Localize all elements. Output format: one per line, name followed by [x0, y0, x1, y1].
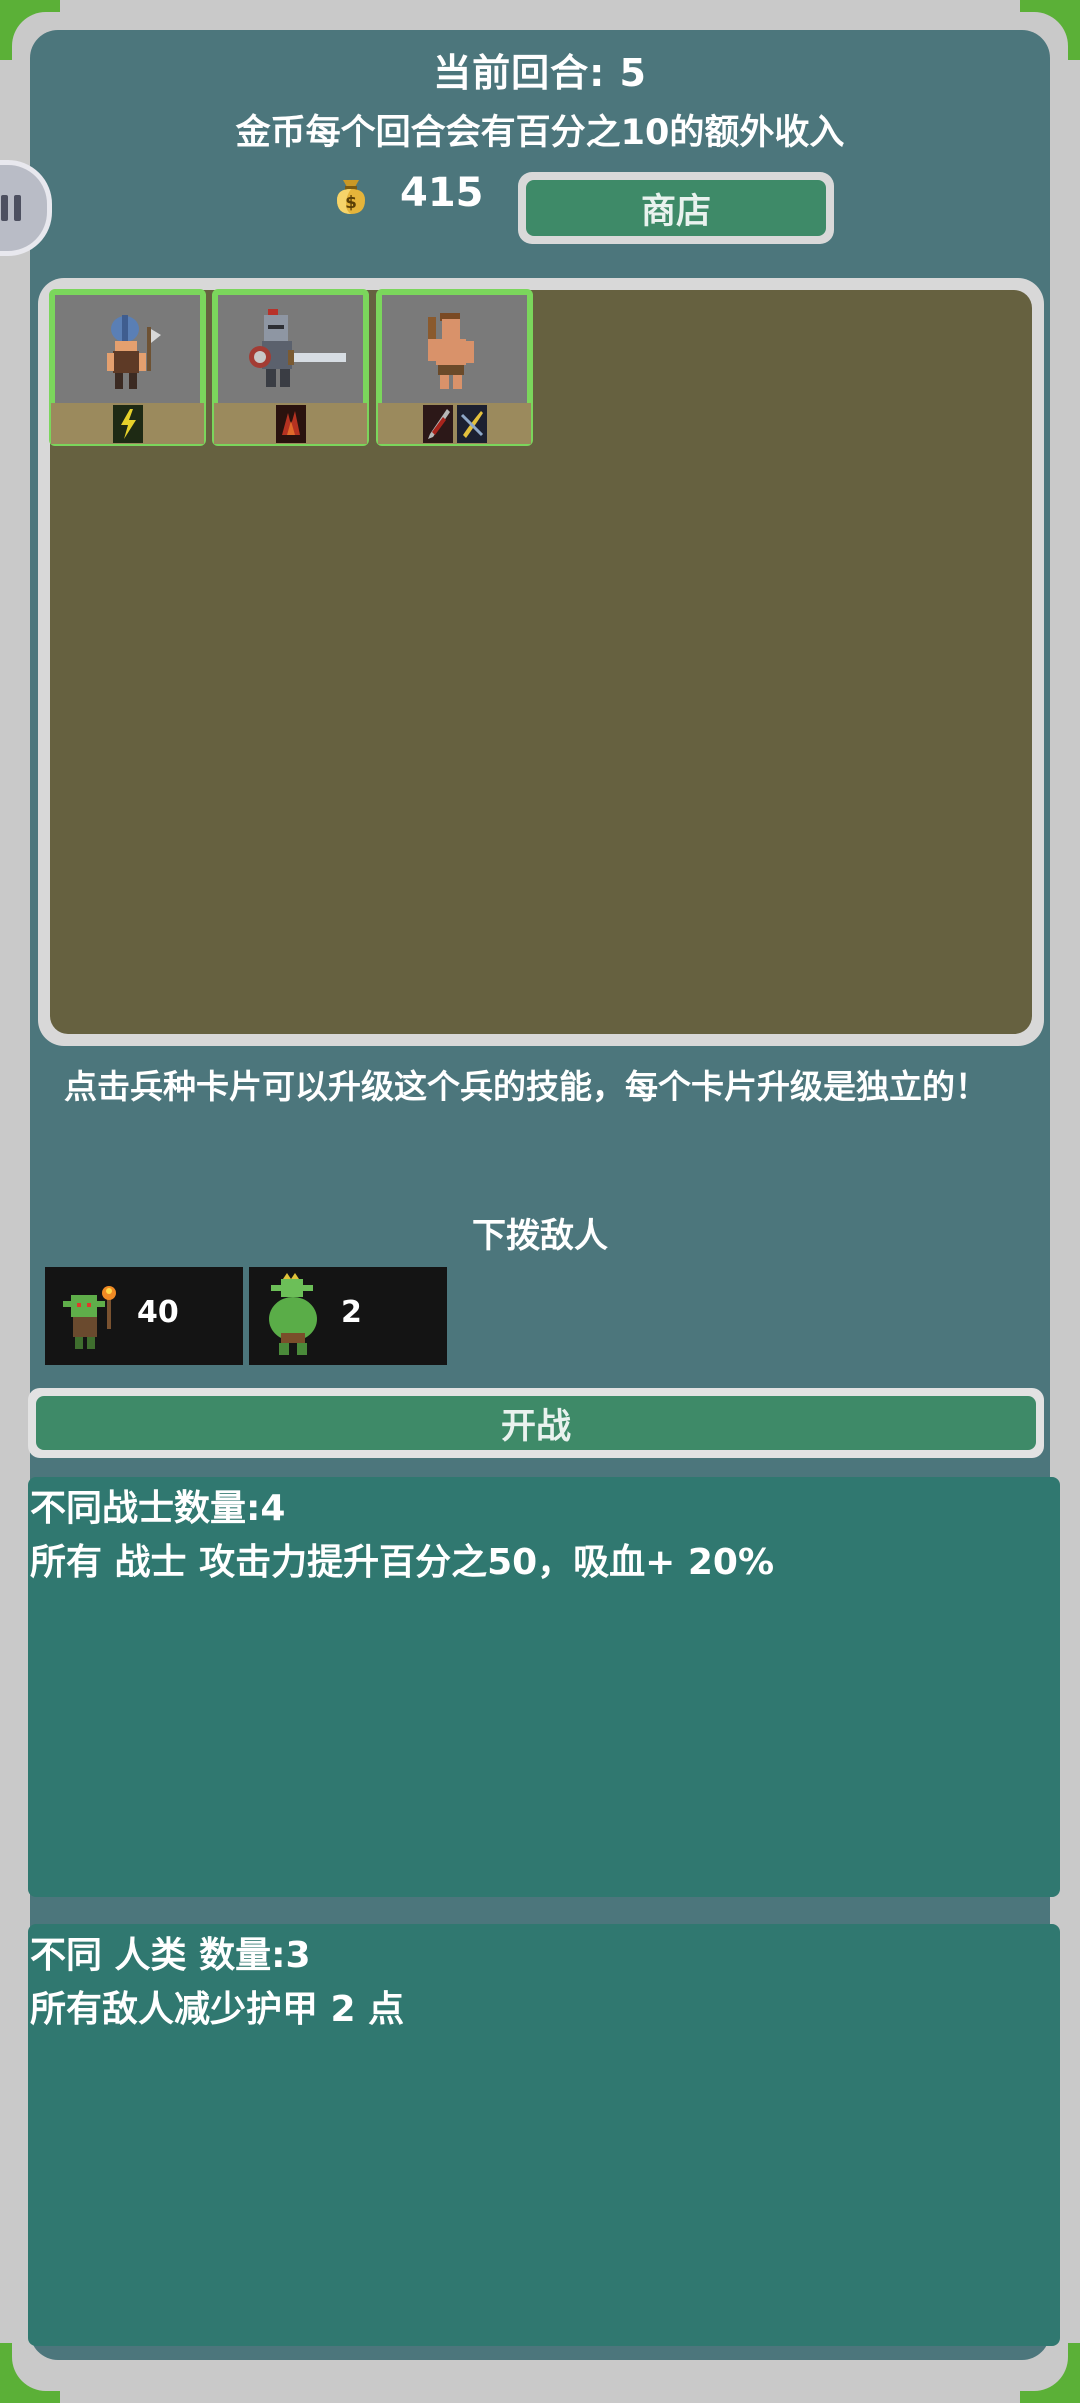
- synergy-title: 不同战士数量:4: [30, 1488, 286, 1529]
- next-enemies-title: 下拨敌人: [472, 1216, 608, 1256]
- enemy-count: 2: [341, 1295, 362, 1330]
- unit-skills: [378, 403, 531, 444]
- unit-portrait: [55, 295, 200, 403]
- enemy-slot: 40: [45, 1267, 243, 1365]
- pause-icon: [14, 195, 21, 221]
- svg-text:$: $: [345, 193, 357, 213]
- unit-skills: [214, 403, 367, 444]
- synergy-description: 所有敌人减少护甲 2 点: [30, 1989, 405, 2030]
- synergy-panel-human: 不同 人类 数量:3 所有敌人减少护甲 2 点: [28, 1924, 1060, 2346]
- unit-card[interactable]: [212, 289, 369, 446]
- gold-amount: 415: [400, 170, 484, 216]
- blood-blade-skill-icon: [422, 404, 453, 443]
- start-battle-button[interactable]: 开战: [28, 1388, 1044, 1458]
- helmet-warrior-sprite: [107, 315, 161, 389]
- lightning-skill-icon: [112, 404, 143, 443]
- golden-slash-skill-icon: [456, 404, 487, 443]
- goblin-torchbearer-sprite: [63, 1286, 116, 1349]
- knight-sprite: [249, 309, 346, 387]
- unit-card[interactable]: [49, 289, 206, 446]
- unit-portrait: [218, 295, 363, 403]
- barbarian-sprite: [428, 313, 474, 389]
- unit-skills: [51, 403, 204, 444]
- shop-button[interactable]: 商店: [518, 172, 834, 244]
- unit-card[interactable]: [376, 289, 533, 446]
- red-rage-skill-icon: [275, 404, 306, 443]
- synergy-panel-warrior: 不同战士数量:4 所有 战士 攻击力提升百分之50，吸血+ 20%: [28, 1477, 1060, 1897]
- round-counter: 当前回合: 5: [433, 51, 647, 95]
- enemy-count: 40: [137, 1295, 179, 1330]
- green-ogre-sprite: [269, 1273, 317, 1355]
- start-battle-label: 开战: [36, 1396, 1036, 1450]
- pause-icon: [1, 195, 8, 221]
- enemy-slot: 2: [249, 1267, 447, 1365]
- money-bag-icon: $: [337, 180, 365, 214]
- income-info: 金币每个回合会有百分之10的额外收入: [235, 113, 845, 153]
- synergy-description: 所有 战士 攻击力提升百分之50，吸血+ 20%: [30, 1542, 775, 1583]
- unit-portrait: [382, 295, 527, 403]
- shop-button-label: 商店: [526, 180, 826, 236]
- synergy-title: 不同 人类 数量:3: [30, 1935, 311, 1976]
- upgrade-hint: 点击兵种卡片可以升级这个兵的技能，每个卡片升级是独立的！: [64, 1067, 988, 1106]
